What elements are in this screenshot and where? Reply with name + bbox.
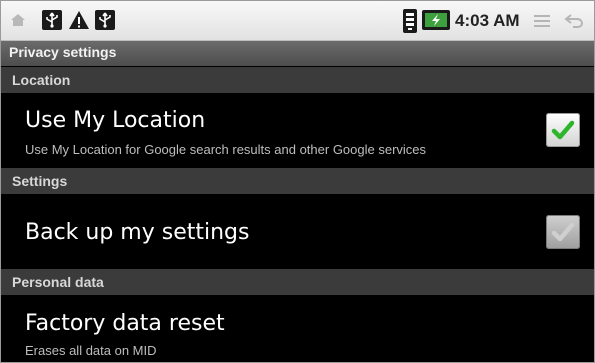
page-title: Privacy settings [9, 44, 117, 60]
wifi-icon [403, 9, 417, 33]
section-header-personal-data: Personal data [1, 269, 594, 295]
battery-charging-icon [422, 10, 450, 30]
pref-summary: Use My Location for Google search result… [25, 142, 427, 157]
use-my-location-checkbox[interactable] [546, 113, 580, 147]
menu-icon[interactable] [534, 15, 550, 27]
status-bar: 4:03 AM [1, 1, 594, 41]
back-up-settings-checkbox[interactable] [546, 215, 580, 249]
pref-title: Back up my settings [25, 220, 250, 245]
section-header-location: Location [1, 67, 594, 93]
pref-use-my-location[interactable]: Use My Location Use My Location for Goog… [1, 93, 594, 168]
back-icon[interactable] [564, 13, 584, 29]
title-bar: Privacy settings [1, 41, 594, 66]
usb-icon [95, 10, 115, 30]
usb-icon [42, 10, 62, 30]
pref-factory-data-reset[interactable]: Factory data reset Erases all data on MI… [1, 295, 594, 362]
warning-icon [69, 11, 89, 29]
pref-title: Use My Location [25, 108, 206, 133]
checkmark-icon [551, 222, 575, 242]
section-header-label: Personal data [12, 274, 104, 290]
pref-back-up-settings[interactable]: Back up my settings [1, 194, 594, 269]
section-header-label: Location [12, 72, 71, 88]
checkmark-icon [551, 120, 575, 140]
screen: 4:03 AM Privacy settings Location Use My… [0, 0, 595, 363]
home-icon [11, 14, 25, 26]
status-clock: 4:03 AM [455, 11, 520, 30]
pref-title: Factory data reset [25, 311, 225, 336]
section-header-settings: Settings [1, 168, 594, 194]
section-header-label: Settings [12, 173, 68, 189]
pref-summary: Erases all data on MID [25, 343, 157, 358]
